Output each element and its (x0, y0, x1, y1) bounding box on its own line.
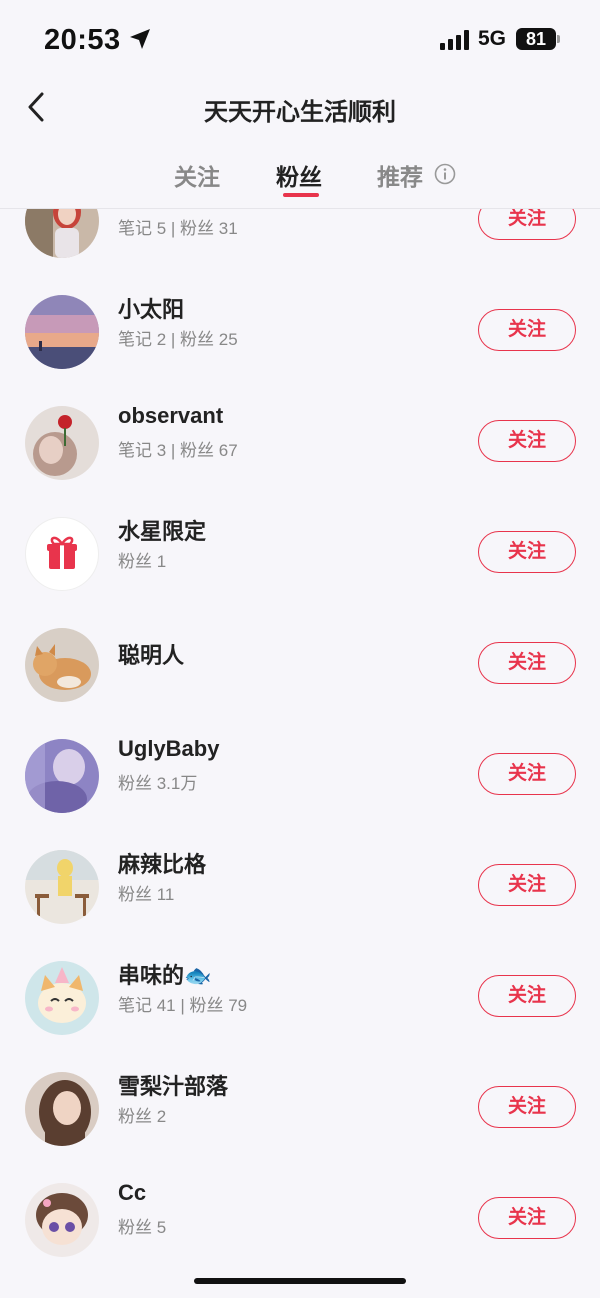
user-name[interactable]: 串味的🐟 (118, 958, 211, 990)
avatar-purple-portrait (25, 739, 99, 813)
follow-button[interactable]: 关注 (478, 531, 576, 573)
follow-button[interactable]: 关注 (478, 753, 576, 795)
gift-icon (47, 536, 77, 569)
user-name[interactable]: 聪明人 (118, 638, 184, 670)
avatar-cartoon-doll (25, 1183, 99, 1257)
avatar[interactable] (25, 1072, 99, 1146)
battery-icon: 81 (516, 28, 556, 50)
user-stats: 粉丝 2 (118, 1107, 167, 1126)
active-tab-indicator (283, 193, 319, 197)
avatar[interactable] (25, 628, 99, 702)
user-name[interactable]: 水星限定 (118, 514, 206, 546)
network-type: 5G (478, 27, 507, 50)
follow-button[interactable]: 关注 (478, 1086, 576, 1128)
user-stats: 笔记 41 | 粉丝 79 (118, 996, 248, 1015)
follow-button[interactable]: 关注 (478, 975, 576, 1017)
list-item[interactable]: Cc 粉丝 5 关注 (0, 1165, 600, 1269)
avatar-cafe-room (25, 850, 99, 924)
avatar[interactable] (25, 961, 99, 1035)
avatar-cat (25, 628, 99, 702)
list-item[interactable]: 麻辣比格 粉丝 11 关注 (0, 832, 600, 942)
location-arrow-icon (130, 29, 150, 49)
user-name[interactable]: observant (118, 403, 223, 429)
tab-fans[interactable]: 粉丝 (276, 158, 322, 192)
user-stats: 粉丝 5 (118, 1218, 167, 1237)
follow-button[interactable]: 关注 (478, 209, 576, 240)
user-stats: 笔记 3 | 粉丝 67 (118, 441, 238, 460)
list-item[interactable]: UglyBaby 粉丝 3.1万 关注 (0, 721, 600, 831)
user-name[interactable]: 麻辣比格 (118, 847, 206, 879)
avatar[interactable] (25, 295, 99, 369)
user-stats: 粉丝 11 (118, 885, 175, 904)
user-name[interactable]: 小太阳 (118, 292, 184, 324)
list-item[interactable]: 雪梨汁部落 粉丝 2 关注 (0, 1054, 600, 1164)
follow-button[interactable]: 关注 (478, 864, 576, 906)
user-name[interactable]: 嗯嗯 (118, 209, 162, 213)
avatar[interactable] (25, 209, 99, 258)
user-name[interactable]: UglyBaby (118, 736, 219, 762)
avatar[interactable] (25, 406, 99, 480)
follow-button[interactable]: 关注 (478, 420, 576, 462)
list-item[interactable]: observant 笔记 3 | 粉丝 67 关注 (0, 388, 600, 498)
avatar-photo-girl (25, 209, 99, 258)
list-item[interactable]: 聪明人 关注 (0, 610, 600, 720)
list-item[interactable]: 嗯嗯 笔记 5 | 粉丝 31 关注 (0, 209, 600, 276)
user-name[interactable]: 雪梨汁部落 (118, 1069, 228, 1101)
cellular-signal-icon (440, 30, 469, 50)
user-name[interactable]: Cc (118, 1180, 146, 1206)
avatar-rose-portrait (25, 406, 99, 480)
nav-header: 天天开心生活顺利 (0, 80, 600, 134)
avatar[interactable] (25, 739, 99, 813)
tab-following[interactable]: 关注 (174, 158, 220, 192)
battery-level: 81 (525, 29, 547, 49)
avatar[interactable] (25, 850, 99, 924)
status-time: 20:53 (44, 24, 121, 56)
avatar-cartoon-cat (25, 961, 99, 1035)
follow-button[interactable]: 关注 (478, 1197, 576, 1239)
battery-cap (557, 35, 560, 43)
user-stats: 粉丝 3.1万 (118, 774, 198, 793)
avatar-sunset-sky (25, 295, 99, 369)
follow-button[interactable]: 关注 (478, 309, 576, 351)
follow-button[interactable]: 关注 (478, 642, 576, 684)
user-stats: 笔记 2 | 粉丝 25 (118, 330, 238, 349)
info-icon[interactable] (434, 163, 456, 185)
page-title: 天天开心生活顺利 (204, 99, 396, 126)
status-bar: 20:53 5G 81 (0, 0, 600, 80)
tab-bar: 关注 粉丝 推荐 (0, 148, 600, 208)
list-item[interactable]: 串味的🐟 笔记 41 | 粉丝 79 关注 (0, 943, 600, 1053)
home-indicator[interactable] (194, 1278, 406, 1284)
user-stats: 笔记 5 | 粉丝 31 (118, 219, 238, 238)
list-item[interactable]: 水星限定 粉丝 1 关注 (0, 499, 600, 609)
avatar-long-hair-girl (25, 1072, 99, 1146)
follower-list: 嗯嗯 笔记 5 | 粉丝 31 关注 小太阳 笔记 2 | 粉丝 25 关注 (0, 209, 600, 1269)
avatar[interactable] (25, 517, 99, 591)
tab-recommend[interactable]: 推荐 (377, 158, 423, 192)
list-item[interactable]: 小太阳 笔记 2 | 粉丝 25 关注 (0, 277, 600, 387)
avatar[interactable] (25, 1183, 99, 1257)
user-stats: 粉丝 1 (118, 552, 167, 571)
